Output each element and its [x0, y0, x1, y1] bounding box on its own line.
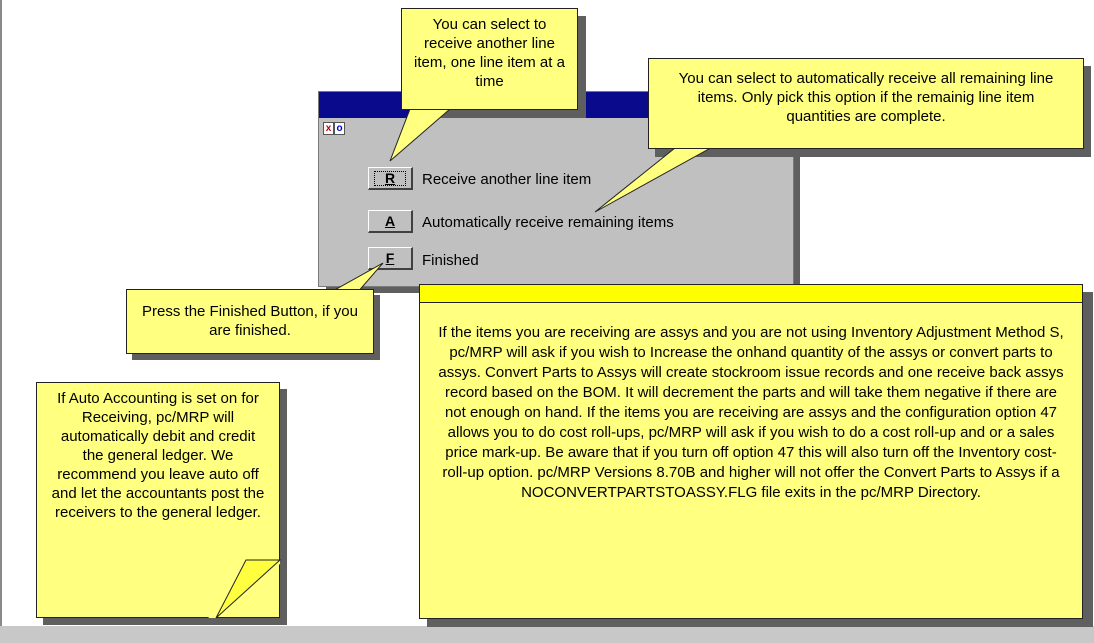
- bottom-status-strip: [0, 626, 1094, 643]
- auto-receive-callout: You can select to automatically receive …: [648, 58, 1084, 149]
- close-icon[interactable]: x: [323, 122, 334, 135]
- restore-icon[interactable]: o: [334, 122, 345, 135]
- assys-info-callout: If the items you are receiving are assys…: [419, 302, 1083, 619]
- receive-another-callout: You can select to receive another line i…: [401, 8, 578, 110]
- finished-callout: Press the Finished Button, if you are fi…: [126, 289, 374, 354]
- left-edge-bar: [0, 0, 2, 643]
- finished-label: Finished: [422, 252, 479, 269]
- auto-receive-key: A: [384, 213, 396, 229]
- auto-receive-button[interactable]: A: [368, 210, 413, 233]
- banner-header: [419, 284, 1083, 304]
- page-curl-icon: [208, 559, 282, 619]
- auto-accounting-text: If Auto Accounting is set on for Receivi…: [51, 390, 265, 521]
